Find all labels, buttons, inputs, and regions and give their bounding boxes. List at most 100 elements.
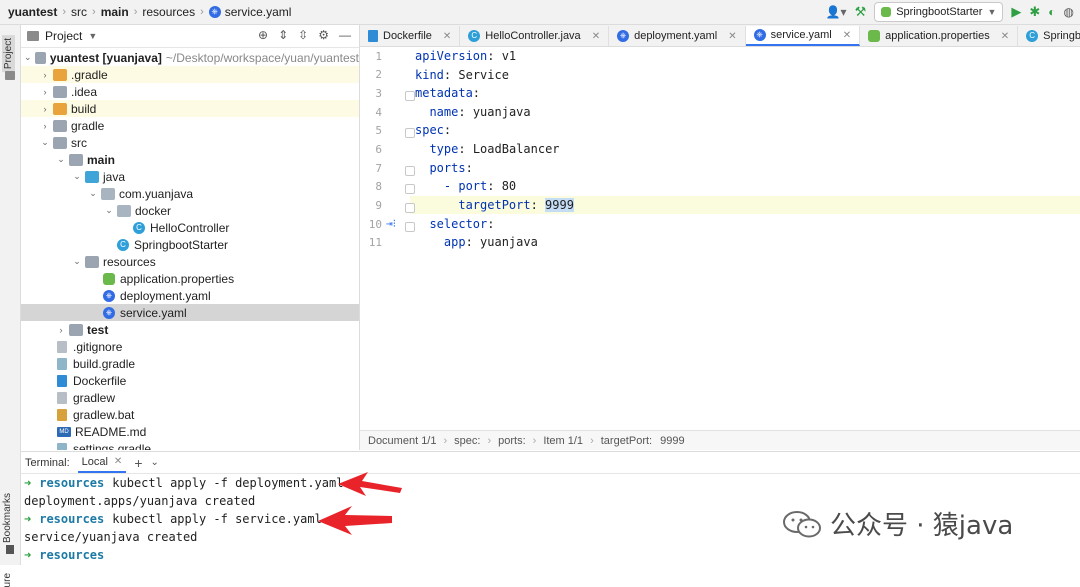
tree-root[interactable]: ⌄ yuantest [yuanjava] ~/Desktop/workspac… (21, 49, 359, 66)
tree-item-gitignore[interactable]: .gitignore (21, 338, 359, 355)
tree-item-label: resources (103, 254, 156, 269)
tree-item-gradle[interactable]: › gradle (21, 117, 359, 134)
run-configuration-select[interactable]: SpringbootStarter ▼ (874, 2, 1004, 22)
breadcrumb-project[interactable]: yuantest (8, 5, 57, 19)
settings-gear-icon[interactable]: ⚙ (318, 28, 329, 42)
terminal-tab-local[interactable]: Local ✕ (77, 453, 127, 473)
tree-item-dockerfile[interactable]: Dockerfile (21, 372, 359, 389)
hammer-build-icon[interactable]: ⚒ (855, 4, 867, 20)
close-icon[interactable]: ✕ (843, 30, 851, 41)
breadcrumb-spec[interactable]: spec: (454, 435, 480, 447)
fold-marker-icon[interactable] (405, 203, 415, 213)
breadcrumb-resources[interactable]: resources (142, 5, 195, 19)
tree-item-src[interactable]: ⌄ src (21, 134, 359, 151)
tree-item-label: gradlew (73, 390, 116, 405)
line-number: 4 (375, 106, 382, 119)
tree-item-label: HelloController (150, 220, 230, 235)
terminal-output-text: service/yuanjava created (24, 530, 198, 544)
breadcrumb-document[interactable]: Document 1/1 (368, 435, 436, 447)
tree-item-gradlew-bat[interactable]: gradlew.bat (21, 406, 359, 423)
tab-service-yaml[interactable]: ⎈ service.yaml ✕ (745, 26, 861, 46)
tree-item-deployment-yaml[interactable]: ⎈ deployment.yaml (21, 287, 359, 304)
left-tool-strip: Project Bookmarks ure (0, 25, 21, 587)
tree-item-label: java (103, 169, 126, 184)
tab-dockerfile[interactable]: Dockerfile ✕ (360, 26, 461, 46)
close-icon[interactable]: ✕ (114, 456, 122, 467)
prompt-directory: resources (39, 512, 105, 526)
spring-boot-class-icon: C (1026, 30, 1039, 42)
yaml-key: kind (415, 68, 444, 82)
prompt-directory: resources (39, 476, 105, 490)
tab-hellocontroller[interactable]: C HelloController.java ✕ (460, 26, 610, 46)
tree-item-java[interactable]: ⌄ java (21, 168, 359, 185)
tree-item-test[interactable]: › test (21, 321, 359, 338)
top-navigation-bar: yuantest › src › main › resources › ⎈ servic… (0, 0, 1080, 25)
locate-icon[interactable]: ⊕ (258, 28, 268, 42)
close-icon[interactable]: ✕ (592, 31, 600, 42)
chevron-down-icon: ⌄ (105, 205, 113, 215)
spring-icon (881, 7, 892, 17)
tree-item-idea[interactable]: › .idea (21, 83, 359, 100)
expand-all-icon[interactable]: ⇕ (278, 28, 288, 42)
fold-marker-icon[interactable] (405, 91, 415, 101)
breadcrumb-src[interactable]: src (71, 5, 87, 19)
fold-marker-icon[interactable] (405, 222, 415, 232)
code-editor[interactable]: 1 2 3 4 5 6 7 8 9 10 11 ⇥⁝ apiVersion: v… (360, 47, 1080, 430)
tree-item-label: build.gradle (73, 356, 136, 371)
tree-item-main[interactable]: ⌄ main (21, 151, 359, 168)
debug-icon[interactable]: ✱ (1029, 4, 1040, 20)
close-icon[interactable]: ✕ (728, 31, 736, 42)
tree-item-hellocontroller[interactable]: C HelloController (21, 219, 359, 236)
breadcrumb-targetport[interactable]: targetPort: (601, 435, 652, 447)
project-tool-button[interactable]: Project (2, 35, 15, 73)
coverage-icon[interactable]: ◐ (1048, 5, 1055, 19)
tree-item-application-properties[interactable]: application.properties (21, 270, 359, 287)
toolbar-actions: 👤▾ ⚒ SpringbootStarter ▼ ▶ ✱ ◐ ◍ (826, 2, 1074, 22)
tree-item-build[interactable]: › build (21, 100, 359, 117)
chevron-down-icon[interactable]: ⌄ (151, 457, 159, 468)
tree-item-readme[interactable]: MD README.md (21, 423, 359, 440)
collapse-all-icon[interactable]: ⇳ (298, 28, 308, 42)
bookmarks-tool-button[interactable]: Bookmarks (2, 493, 13, 543)
project-panel-title[interactable]: Project (45, 29, 82, 43)
add-terminal-icon[interactable]: + (134, 455, 142, 471)
tab-label: SpringbootStarter.java (1043, 30, 1080, 42)
tab-springbootstarter[interactable]: C SpringbootStarter.java (1018, 26, 1080, 46)
breadcrumb-file[interactable]: service.yaml (225, 5, 292, 19)
code-line-5: spec: (415, 123, 452, 137)
tree-item-label: src (71, 135, 87, 150)
tree-item-gradle-cache[interactable]: › .gradle (21, 66, 359, 83)
tree-item-settings-gradle[interactable]: settings.gradle (21, 440, 359, 450)
tab-application-properties[interactable]: application.properties ✕ (860, 26, 1019, 46)
breadcrumb-ports[interactable]: ports: (498, 435, 526, 447)
code-line-9: targetPort: 9999 (415, 198, 574, 212)
close-icon[interactable]: ✕ (443, 31, 451, 42)
tab-deployment-yaml[interactable]: ⎈ deployment.yaml ✕ (609, 26, 746, 46)
structure-tool-button[interactable]: ure (2, 573, 13, 587)
close-icon[interactable]: ✕ (1001, 31, 1009, 42)
yaml-value: yuanjava (465, 105, 531, 119)
folder-icon (69, 323, 83, 336)
fold-marker-icon[interactable] (405, 184, 415, 194)
spring-properties-icon (103, 272, 115, 285)
breadcrumb-main[interactable]: main (101, 5, 129, 19)
tree-item-gradlew[interactable]: gradlew (21, 389, 359, 406)
fold-marker-icon[interactable] (405, 128, 415, 138)
chevron-down-icon[interactable]: ▼ (88, 31, 97, 41)
implemented-gutter-icon[interactable]: ⇥⁝ (386, 217, 396, 230)
tree-item-resources[interactable]: ⌄ resources (21, 253, 359, 270)
tree-item-docker-package[interactable]: ⌄ docker (21, 202, 359, 219)
tree-item-label: .gradle (71, 67, 108, 82)
tree-item-build-gradle[interactable]: build.gradle (21, 355, 359, 372)
user-icon[interactable]: 👤▾ (826, 5, 847, 19)
tree-item-service-yaml[interactable]: ⎈ service.yaml (21, 304, 359, 321)
tree-item-springbootstarter[interactable]: C SpringbootStarter (21, 236, 359, 253)
project-panel-actions: ⊕ ⇕ ⇳ ⚙ — (258, 28, 351, 42)
profile-icon[interactable]: ◍ (1064, 5, 1074, 19)
tree-item-package[interactable]: ⌄ com.yuanjava (21, 185, 359, 202)
breadcrumb-value[interactable]: 9999 (660, 435, 684, 447)
run-icon[interactable]: ▶ (1011, 4, 1021, 20)
breadcrumb-item[interactable]: Item 1/1 (543, 435, 583, 447)
hide-icon[interactable]: — (339, 28, 351, 42)
fold-marker-icon[interactable] (405, 166, 415, 176)
